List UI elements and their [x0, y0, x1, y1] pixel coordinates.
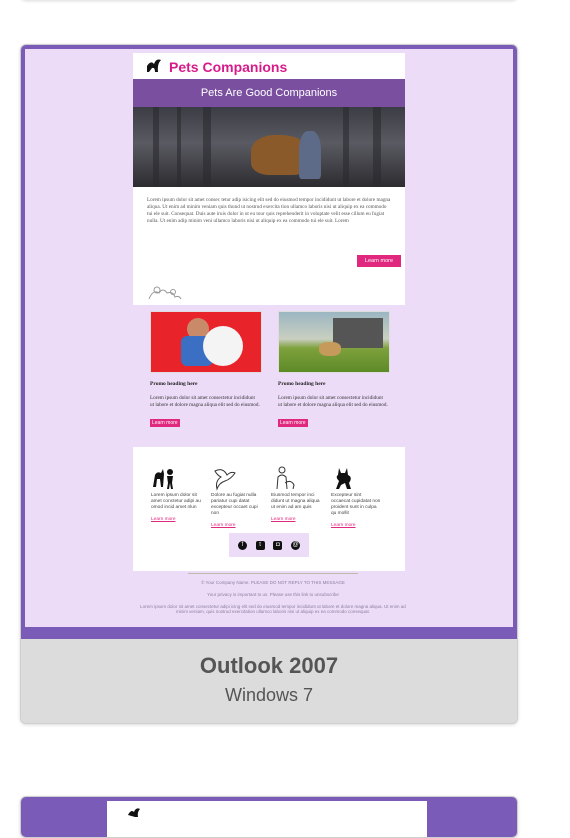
promo-learn-more[interactable]: Learn more	[150, 419, 180, 427]
email-banner: Pets Are Good Companions	[133, 79, 405, 107]
email-icon[interactable]: @	[291, 540, 301, 550]
feature-column: Dolore au fugiat nulla pariatur cupi dat…	[211, 465, 261, 528]
intro-text: Lorem ipsum dolor sit amet consec tetur …	[147, 197, 391, 224]
footer-disclaimer: Lorem ipsum dolor sit amet consectetur a…	[140, 604, 406, 614]
learn-more-button[interactable]: Learn more	[357, 255, 401, 267]
facebook-icon[interactable]: f	[237, 540, 247, 550]
hero-image	[133, 107, 405, 187]
promo-learn-more[interactable]: Learn more	[278, 419, 308, 427]
feature-text: Eiusmod tempor inci didunt ut magna aliq…	[271, 493, 320, 510]
pets-sketch-icon	[145, 281, 185, 303]
logo-icon	[145, 56, 163, 79]
client-name: Outlook 2007	[199, 653, 339, 678]
next-preview-card[interactable]	[20, 796, 518, 838]
footer-privacy: Your privacy is important to us. Please …	[207, 592, 339, 597]
next-email-preview	[107, 801, 427, 837]
banner-title: Pets Are Good Companions	[200, 87, 338, 99]
footer-copyright: © Your Company Name. PLEASE DO NOT REPLY…	[201, 580, 345, 585]
feature-learn-more[interactable]: Learn more	[211, 523, 261, 528]
person-pet-icon	[271, 465, 297, 491]
email-preview-background: Pets Companions Pets Are Good Companions…	[25, 49, 513, 627]
brand-logo: Pets Companions	[145, 56, 287, 78]
feature-learn-more[interactable]: Learn more	[151, 517, 201, 522]
child-figure	[299, 131, 321, 179]
email-footer: © Your Company Name. PLEASE DO NOT REPLY…	[29, 573, 517, 614]
instagram-icon[interactable]: ◘	[273, 540, 283, 550]
twitter-icon[interactable]: t	[255, 540, 265, 550]
feature-text: Dolore au fugiat nulla pariatur cupi dat…	[211, 493, 258, 516]
feature-columns: Lorem ipsum dolor sit amet conctetur adi…	[133, 451, 405, 571]
email-body: Pets Companions Pets Are Good Companions…	[133, 53, 405, 571]
brand-name: Pets Companions	[169, 59, 288, 75]
feature-column: Lorem ipsum dolor sit amet conctetur adi…	[151, 465, 201, 522]
feature-learn-more[interactable]: Learn more	[331, 523, 381, 528]
promo-heading: Promo heading here	[150, 381, 198, 387]
promo-card: Promo heading here Lorem ipsum dolor sit…	[275, 311, 391, 429]
feature-column: Excepteur sint occaecat cupidatat non pr…	[331, 465, 381, 528]
promo-text: Lorem ipsum dolor sit amet consectetur i…	[278, 395, 388, 408]
feature-column: Eiusmod tempor inci didunt ut magna aliq…	[271, 465, 321, 522]
logo-icon	[127, 805, 141, 821]
promo-card: Promo heading here Lorem ipsum dolor sit…	[147, 311, 263, 429]
footer-divider	[188, 573, 358, 574]
promo-image	[150, 311, 262, 373]
dog-child-icon	[151, 465, 177, 491]
social-links: f t ◘ @	[229, 533, 309, 557]
email-preview-frame: Pets Companions Pets Are Good Companions…	[21, 45, 517, 639]
feature-text: Lorem ipsum dolor sit amet conctetur adi…	[151, 493, 201, 510]
platform-name: Windows 7	[224, 685, 314, 705]
email-client-preview-card[interactable]: Pets Companions Pets Are Good Companions…	[20, 44, 518, 724]
promo-text: Lorem ipsum dolor sit amet consectetur i…	[150, 395, 260, 408]
feature-learn-more[interactable]: Learn more	[271, 517, 321, 522]
bird-icon	[211, 465, 237, 491]
cat-icon	[331, 465, 357, 491]
promo-heading: Promo heading here	[278, 381, 326, 387]
feature-text: Excepteur sint occaecat cupidatat non pr…	[331, 493, 381, 516]
promo-section: Promo heading here Lorem ipsum dolor sit…	[133, 305, 405, 447]
promo-image	[278, 311, 390, 373]
preview-caption: Outlook 2007 Windows 7	[21, 639, 517, 723]
